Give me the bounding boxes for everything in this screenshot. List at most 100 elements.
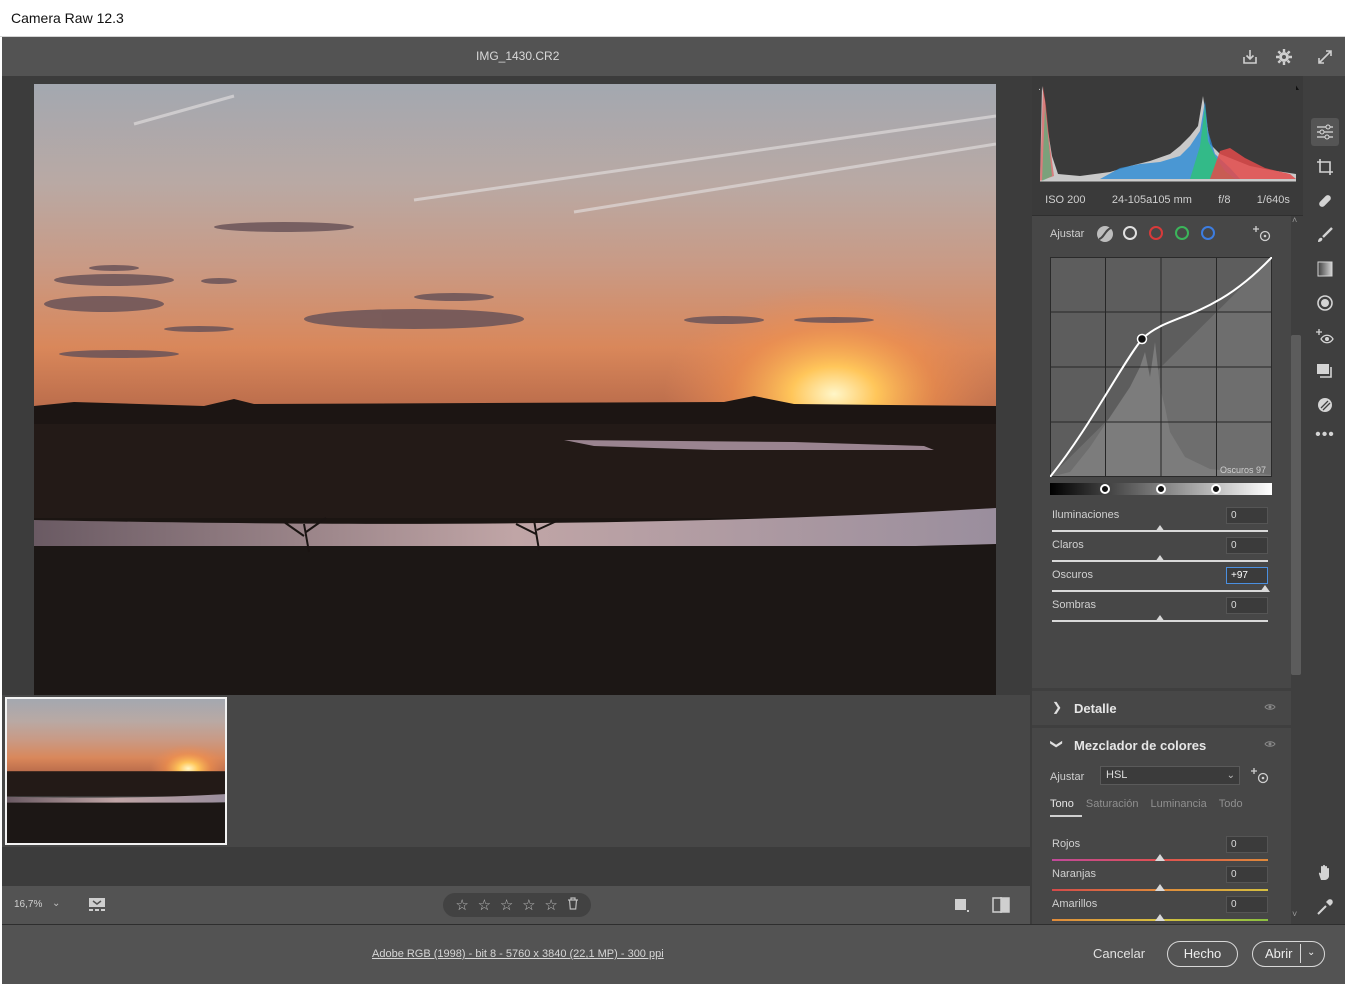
settings-gear-icon[interactable] bbox=[1273, 46, 1295, 68]
camera-raw-app: IMG_1430.CR2 16,7% ⌄ ☆ ☆ ☆ ☆ ☆ ISO 200 2… bbox=[2, 37, 1345, 984]
file-name: IMG_1430.CR2 bbox=[476, 49, 560, 63]
crop-icon[interactable] bbox=[1311, 153, 1339, 181]
visibility-eye-icon[interactable] bbox=[1264, 702, 1276, 714]
chevron-down-icon: ⌄ bbox=[1226, 770, 1235, 781]
filmstrip-thumbnail[interactable] bbox=[5, 697, 227, 845]
footer-bar: Adobe RGB (1998) - bit 8 - 5760 x 3840 (… bbox=[2, 924, 1345, 984]
curve-slider-value-input[interactable]: 0 bbox=[1226, 537, 1268, 554]
white-point-curve-icon[interactable] bbox=[1123, 226, 1137, 240]
star-5-icon[interactable]: ☆ bbox=[544, 896, 557, 914]
mixer-slider-rojos[interactable]: Rojos 0 bbox=[1052, 836, 1268, 868]
open-options-chevron-down-icon[interactable]: ⌄ bbox=[1307, 941, 1315, 964]
color-mixer-header[interactable]: ❯ Mezclador de colores bbox=[1032, 728, 1291, 762]
curve-slider-thumb[interactable] bbox=[1155, 525, 1165, 532]
status-bar: 16,7% ⌄ ☆ ☆ ☆ ☆ ☆ bbox=[2, 886, 1030, 924]
window-title: Camera Raw 12.3 bbox=[11, 10, 124, 26]
mixer-slider-thumb[interactable] bbox=[1155, 914, 1165, 921]
curve-slider-thumb[interactable] bbox=[1155, 615, 1165, 622]
adjustment-brush-icon[interactable] bbox=[1311, 221, 1339, 249]
snapshots-icon[interactable] bbox=[1311, 357, 1339, 385]
mixer-slider-label: Rojos bbox=[1052, 838, 1081, 850]
cancel-button[interactable]: Cancelar bbox=[1093, 946, 1145, 961]
mixer-tab-todo[interactable]: Todo bbox=[1219, 798, 1243, 810]
star-3-icon[interactable]: ☆ bbox=[500, 896, 513, 914]
parametric-curve-icon[interactable] bbox=[1096, 225, 1114, 246]
main-photo[interactable] bbox=[34, 84, 996, 726]
mixer-mode-value: HSL bbox=[1106, 769, 1128, 781]
red-channel-curve-icon[interactable] bbox=[1149, 226, 1163, 240]
star-4-icon[interactable]: ☆ bbox=[522, 896, 535, 914]
mixer-tab-tono[interactable]: Tono bbox=[1050, 798, 1074, 810]
chevron-down-icon: ❯ bbox=[1050, 738, 1065, 750]
red-eye-icon[interactable] bbox=[1311, 323, 1339, 351]
open-button[interactable]: Abrir ⌄ bbox=[1252, 941, 1325, 967]
detail-section-header[interactable]: ❯ Detalle bbox=[1032, 691, 1291, 725]
done-button[interactable]: Hecho bbox=[1167, 941, 1238, 967]
fullscreen-icon[interactable] bbox=[1314, 46, 1336, 68]
curve-slider-value-input[interactable]: 0 bbox=[1226, 597, 1268, 614]
hand-tool-icon[interactable] bbox=[1311, 859, 1339, 887]
blue-channel-curve-icon[interactable] bbox=[1201, 226, 1215, 240]
panel-scrollbar-thumb[interactable] bbox=[1291, 335, 1301, 675]
star-1-icon[interactable]: ☆ bbox=[455, 896, 468, 914]
split-handle-mid[interactable] bbox=[1156, 484, 1166, 494]
trash-icon[interactable] bbox=[567, 897, 579, 913]
split-handle-dark[interactable] bbox=[1100, 484, 1110, 494]
edit-sliders-icon[interactable] bbox=[1311, 118, 1339, 146]
curve-region-readout: Oscuros 97 bbox=[1219, 465, 1266, 475]
mixer-tab-luminancia[interactable]: Luminancia bbox=[1150, 798, 1206, 810]
save-image-icon[interactable] bbox=[1239, 46, 1261, 68]
iso-value: ISO 200 bbox=[1045, 194, 1086, 206]
green-channel-curve-icon[interactable] bbox=[1175, 226, 1189, 240]
color-mixer-section: ❯ Mezclador de colores Ajustar HSL ⌄ Ton… bbox=[1032, 728, 1291, 951]
curve-section: Ajustar Oscuros 97 Iluminaciones 0 Claro… bbox=[1032, 216, 1291, 688]
zoom-level[interactable]: 16,7% bbox=[14, 899, 42, 910]
presets-icon[interactable] bbox=[1311, 391, 1339, 419]
curve-slider-sombras[interactable]: Sombras 0 bbox=[1052, 597, 1268, 629]
mixer-slider-thumb[interactable] bbox=[1155, 884, 1165, 891]
mixer-slider-value-input[interactable]: 0 bbox=[1226, 896, 1268, 913]
curve-slider-oscuros[interactable]: Oscuros +97 bbox=[1052, 567, 1270, 599]
mixer-slider-naranjas[interactable]: Naranjas 0 bbox=[1052, 866, 1268, 898]
mixer-slider-thumb[interactable] bbox=[1155, 854, 1165, 861]
tone-curve-graph[interactable]: Oscuros 97 bbox=[1049, 256, 1273, 478]
exif-info: ISO 200 24-105a105 mm f/8 1/640s bbox=[1032, 185, 1303, 216]
curve-slider-thumb[interactable] bbox=[1259, 585, 1270, 592]
single-view-icon[interactable] bbox=[954, 898, 970, 915]
star-2-icon[interactable]: ☆ bbox=[478, 896, 491, 914]
mixer-slider-value-input[interactable]: 0 bbox=[1226, 836, 1268, 853]
curve-slider-track[interactable] bbox=[1052, 590, 1268, 592]
mixer-mode-select[interactable]: HSL ⌄ bbox=[1100, 766, 1240, 785]
zoom-chevron-down-icon[interactable]: ⌄ bbox=[52, 898, 60, 909]
filmstrip bbox=[2, 695, 1030, 847]
scroll-up-icon[interactable]: ˄ bbox=[1292, 215, 1297, 225]
workflow-options-link[interactable]: Adobe RGB (1998) - bit 8 - 5760 x 3840 (… bbox=[372, 948, 664, 960]
window-titlebar: Camera Raw 12.3 bbox=[0, 0, 1345, 37]
active-tab-indicator bbox=[1050, 815, 1082, 817]
healing-brush-icon[interactable] bbox=[1311, 187, 1339, 215]
filmstrip-toggle-icon[interactable] bbox=[88, 897, 108, 916]
lens-value: 24-105a105 mm bbox=[1111, 194, 1192, 206]
curve-slider-value-input[interactable]: +97 bbox=[1226, 567, 1268, 584]
curve-slider-claros[interactable]: Claros 0 bbox=[1052, 537, 1268, 569]
split-handle-light[interactable] bbox=[1211, 484, 1221, 494]
curve-slider-iluminaciones[interactable]: Iluminaciones 0 bbox=[1052, 507, 1268, 539]
curve-slider-thumb[interactable] bbox=[1155, 555, 1165, 562]
targeted-adjustment-icon[interactable] bbox=[1250, 767, 1270, 788]
more-options-icon[interactable]: ••• bbox=[1311, 421, 1339, 449]
mixer-tabs: Tono Saturación Luminancia Todo bbox=[1050, 798, 1243, 810]
white-balance-eyedropper-icon[interactable] bbox=[1311, 893, 1339, 921]
mixer-tab-saturación[interactable]: Saturación bbox=[1086, 798, 1139, 810]
star-rating: ☆ ☆ ☆ ☆ ☆ bbox=[443, 893, 591, 917]
tool-strip: ••• bbox=[1303, 76, 1345, 949]
scroll-down-icon[interactable]: ˅ bbox=[1292, 909, 1297, 919]
graduated-filter-icon[interactable] bbox=[1311, 255, 1339, 283]
aperture-value: f/8 bbox=[1218, 194, 1231, 206]
chevron-right-icon: ❯ bbox=[1052, 700, 1063, 714]
visibility-eye-icon[interactable] bbox=[1264, 739, 1276, 751]
curve-slider-value-input[interactable]: 0 bbox=[1226, 507, 1268, 524]
radial-filter-icon[interactable] bbox=[1311, 289, 1339, 317]
targeted-adjustment-icon[interactable] bbox=[1252, 225, 1272, 246]
before-after-icon[interactable] bbox=[992, 897, 1010, 916]
mixer-slider-value-input[interactable]: 0 bbox=[1226, 866, 1268, 883]
